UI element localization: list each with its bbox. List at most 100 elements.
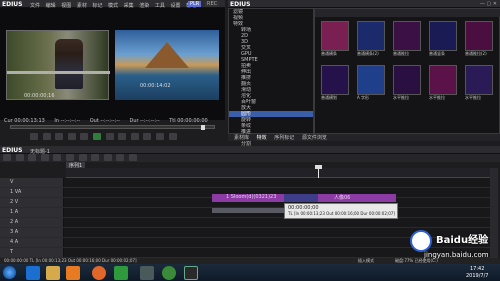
cue-dur: Dur --:--:--:-- bbox=[129, 118, 160, 124]
rewind-icon[interactable] bbox=[67, 133, 76, 140]
thumbnail-preview bbox=[429, 21, 457, 51]
tab-effect[interactable]: 特效 bbox=[257, 135, 267, 141]
snap-icon[interactable] bbox=[128, 154, 137, 161]
clock-time[interactable]: 17:42 bbox=[470, 266, 484, 272]
cue-out: Out --:--:--:-- bbox=[89, 118, 120, 124]
thumbnail-preview bbox=[465, 21, 493, 51]
effect-thumbnail[interactable]: 普通横划 bbox=[321, 65, 351, 105]
program-timecode: 00:00:14:02 bbox=[140, 83, 171, 89]
copy-icon[interactable] bbox=[78, 154, 87, 161]
cut-icon[interactable] bbox=[65, 154, 74, 161]
cue-cur: Cur 00:00:13:13 bbox=[4, 118, 45, 124]
set-in-icon[interactable] bbox=[30, 133, 38, 140]
effect-thumbnail[interactable]: 水平推拉 bbox=[393, 65, 423, 105]
stop-icon[interactable] bbox=[55, 133, 64, 140]
effect-thumb-panel: 普通横条 普通横条(2) 普通推拉 普通竖条 普通推拉(2) 普通横划 A 字形 水平推拉 水平… bbox=[314, 8, 500, 134]
app-icon-grey[interactable] bbox=[140, 266, 154, 280]
effect-thumbnail[interactable]: 普通推拉(2) bbox=[465, 21, 495, 61]
clock-date[interactable]: 2019/7/7 bbox=[466, 273, 488, 279]
firefox-icon[interactable] bbox=[92, 266, 106, 280]
thumb-toolbar bbox=[315, 9, 500, 17]
track-header[interactable]: 3 A bbox=[0, 228, 64, 237]
thumbnail-label: 水平推拉 bbox=[393, 95, 409, 100]
fast-forward-icon[interactable] bbox=[118, 133, 127, 140]
track-header[interactable]: T bbox=[0, 248, 64, 257]
cue-ttl: Ttl 00:00:00:00 bbox=[169, 118, 208, 124]
app-icon-ring[interactable] bbox=[162, 266, 176, 280]
tab-sequence-marker[interactable]: 序列标记 bbox=[274, 135, 294, 141]
tab-bin[interactable]: 素材库 bbox=[234, 135, 249, 141]
start-button[interactable] bbox=[3, 266, 16, 279]
set-out-icon[interactable] bbox=[42, 133, 51, 140]
undo-icon[interactable] bbox=[40, 154, 49, 161]
clip-video-1[interactable]: 1 Sloom(d)(0321)23 bbox=[212, 194, 284, 202]
track-header[interactable]: 2 A bbox=[0, 218, 64, 227]
timeline-ruler[interactable] bbox=[66, 168, 490, 178]
recorder-badge[interactable]: REC bbox=[205, 1, 220, 7]
track-header[interactable]: 1 A bbox=[0, 208, 64, 217]
track-header[interactable]: 2 V bbox=[0, 198, 64, 207]
new-sequence-icon[interactable] bbox=[3, 154, 11, 161]
explorer-icon[interactable] bbox=[46, 266, 60, 280]
thumbnail-label: 水平推拉 bbox=[465, 95, 481, 100]
watermark-site: Baidu经验 bbox=[436, 235, 489, 246]
thumbnail-preview bbox=[465, 65, 493, 95]
app-logo: EDIUS bbox=[2, 1, 23, 8]
play-icon[interactable] bbox=[92, 133, 101, 140]
redo-icon[interactable] bbox=[53, 154, 62, 161]
effect-tabs: 素材库 特效 序列标记 源文件浏览 bbox=[228, 134, 500, 141]
thumbnail-label: 普通横条(2) bbox=[357, 51, 379, 56]
player-badge[interactable]: PLR bbox=[188, 1, 202, 7]
effect-thumbnail[interactable]: 水平推拉 bbox=[429, 65, 459, 105]
thumbnail-label: 普通推拉 bbox=[393, 51, 409, 56]
thumbnail-preview bbox=[321, 65, 349, 95]
clip-transition[interactable] bbox=[284, 194, 318, 202]
tab-source-browser[interactable]: 源文件浏览 bbox=[302, 135, 327, 141]
playhead-marker[interactable] bbox=[315, 165, 322, 169]
effect-thumbnail[interactable]: 普通横条 bbox=[321, 21, 351, 61]
effect-thumbnail[interactable]: A 字形 bbox=[357, 65, 387, 105]
person-figure bbox=[55, 39, 83, 89]
paste-icon[interactable] bbox=[91, 154, 100, 161]
menu-icon[interactable] bbox=[168, 133, 177, 140]
effect-app-logo: EDIUS bbox=[230, 1, 251, 8]
effect-thumbnail[interactable]: 普通横条(2) bbox=[357, 21, 387, 61]
thumbnail-preview bbox=[393, 65, 421, 95]
edius-taskbar-icon[interactable] bbox=[184, 266, 198, 280]
delete-icon[interactable] bbox=[103, 154, 112, 161]
baidu-paw-logo bbox=[410, 230, 432, 252]
player-titlebar: EDIUS 文件 编辑 视图 素材 标记 模式 采集 渲染 工具 设置 帮助 P… bbox=[0, 0, 225, 9]
effect-thumbnail[interactable]: 普通推拉 bbox=[393, 21, 423, 61]
step-forward-icon[interactable] bbox=[105, 133, 114, 140]
player-scrub-bar[interactable] bbox=[10, 125, 215, 130]
taskbar: 17:42 2019/7/7 bbox=[0, 264, 500, 281]
status-timecode: 00:00:00:00 TL [In 00:00:13;23 Out 00:00… bbox=[4, 258, 137, 263]
ie-icon[interactable] bbox=[26, 266, 40, 280]
media-player-icon[interactable] bbox=[66, 266, 80, 280]
save-icon[interactable] bbox=[28, 154, 37, 161]
step-back-icon[interactable] bbox=[80, 133, 89, 140]
tooltip-line2: TL [In 00:00:13;23 Out 00:00:16;00 Dur 0… bbox=[288, 211, 395, 216]
source-preview bbox=[6, 30, 110, 100]
ripple-icon[interactable] bbox=[116, 154, 125, 161]
app-icon-green[interactable] bbox=[114, 266, 128, 280]
window-controls[interactable]: — ▢ ✕ bbox=[480, 1, 497, 7]
timeline-app-logo: EDIUS bbox=[2, 147, 23, 154]
track-header[interactable]: 4 A bbox=[0, 238, 64, 247]
effect-thumbnail[interactable]: 水平推拉 bbox=[465, 65, 495, 105]
thumbnail-label: 普通横划 bbox=[321, 95, 337, 100]
overwrite-icon[interactable] bbox=[155, 133, 164, 140]
insert-icon[interactable] bbox=[143, 133, 152, 140]
thumbnail-preview bbox=[357, 65, 385, 95]
scrub-handle[interactable] bbox=[201, 125, 205, 130]
open-icon[interactable] bbox=[15, 154, 24, 161]
baidu-watermark: Baidu经验 jingyan.baidu.com bbox=[410, 226, 498, 262]
track-header[interactable]: 1 VA bbox=[0, 188, 64, 197]
loop-icon[interactable] bbox=[130, 133, 139, 140]
thumbnail-preview bbox=[357, 21, 385, 51]
track-header[interactable]: V bbox=[0, 178, 64, 187]
effect-thumbnail[interactable]: 普通竖条 bbox=[429, 21, 459, 61]
thumbnail-label: 普通横条 bbox=[321, 51, 337, 56]
clip-video-2[interactable]: 人像06 bbox=[318, 194, 396, 202]
effect-tree-panel: 滤镜 视频 特效 转场 2D 3D 交叉 GPU SMPTE 拍卖 伸出 推挤 翻页 滑动 溶化 百叶窗 放大圆… bbox=[228, 8, 314, 153]
